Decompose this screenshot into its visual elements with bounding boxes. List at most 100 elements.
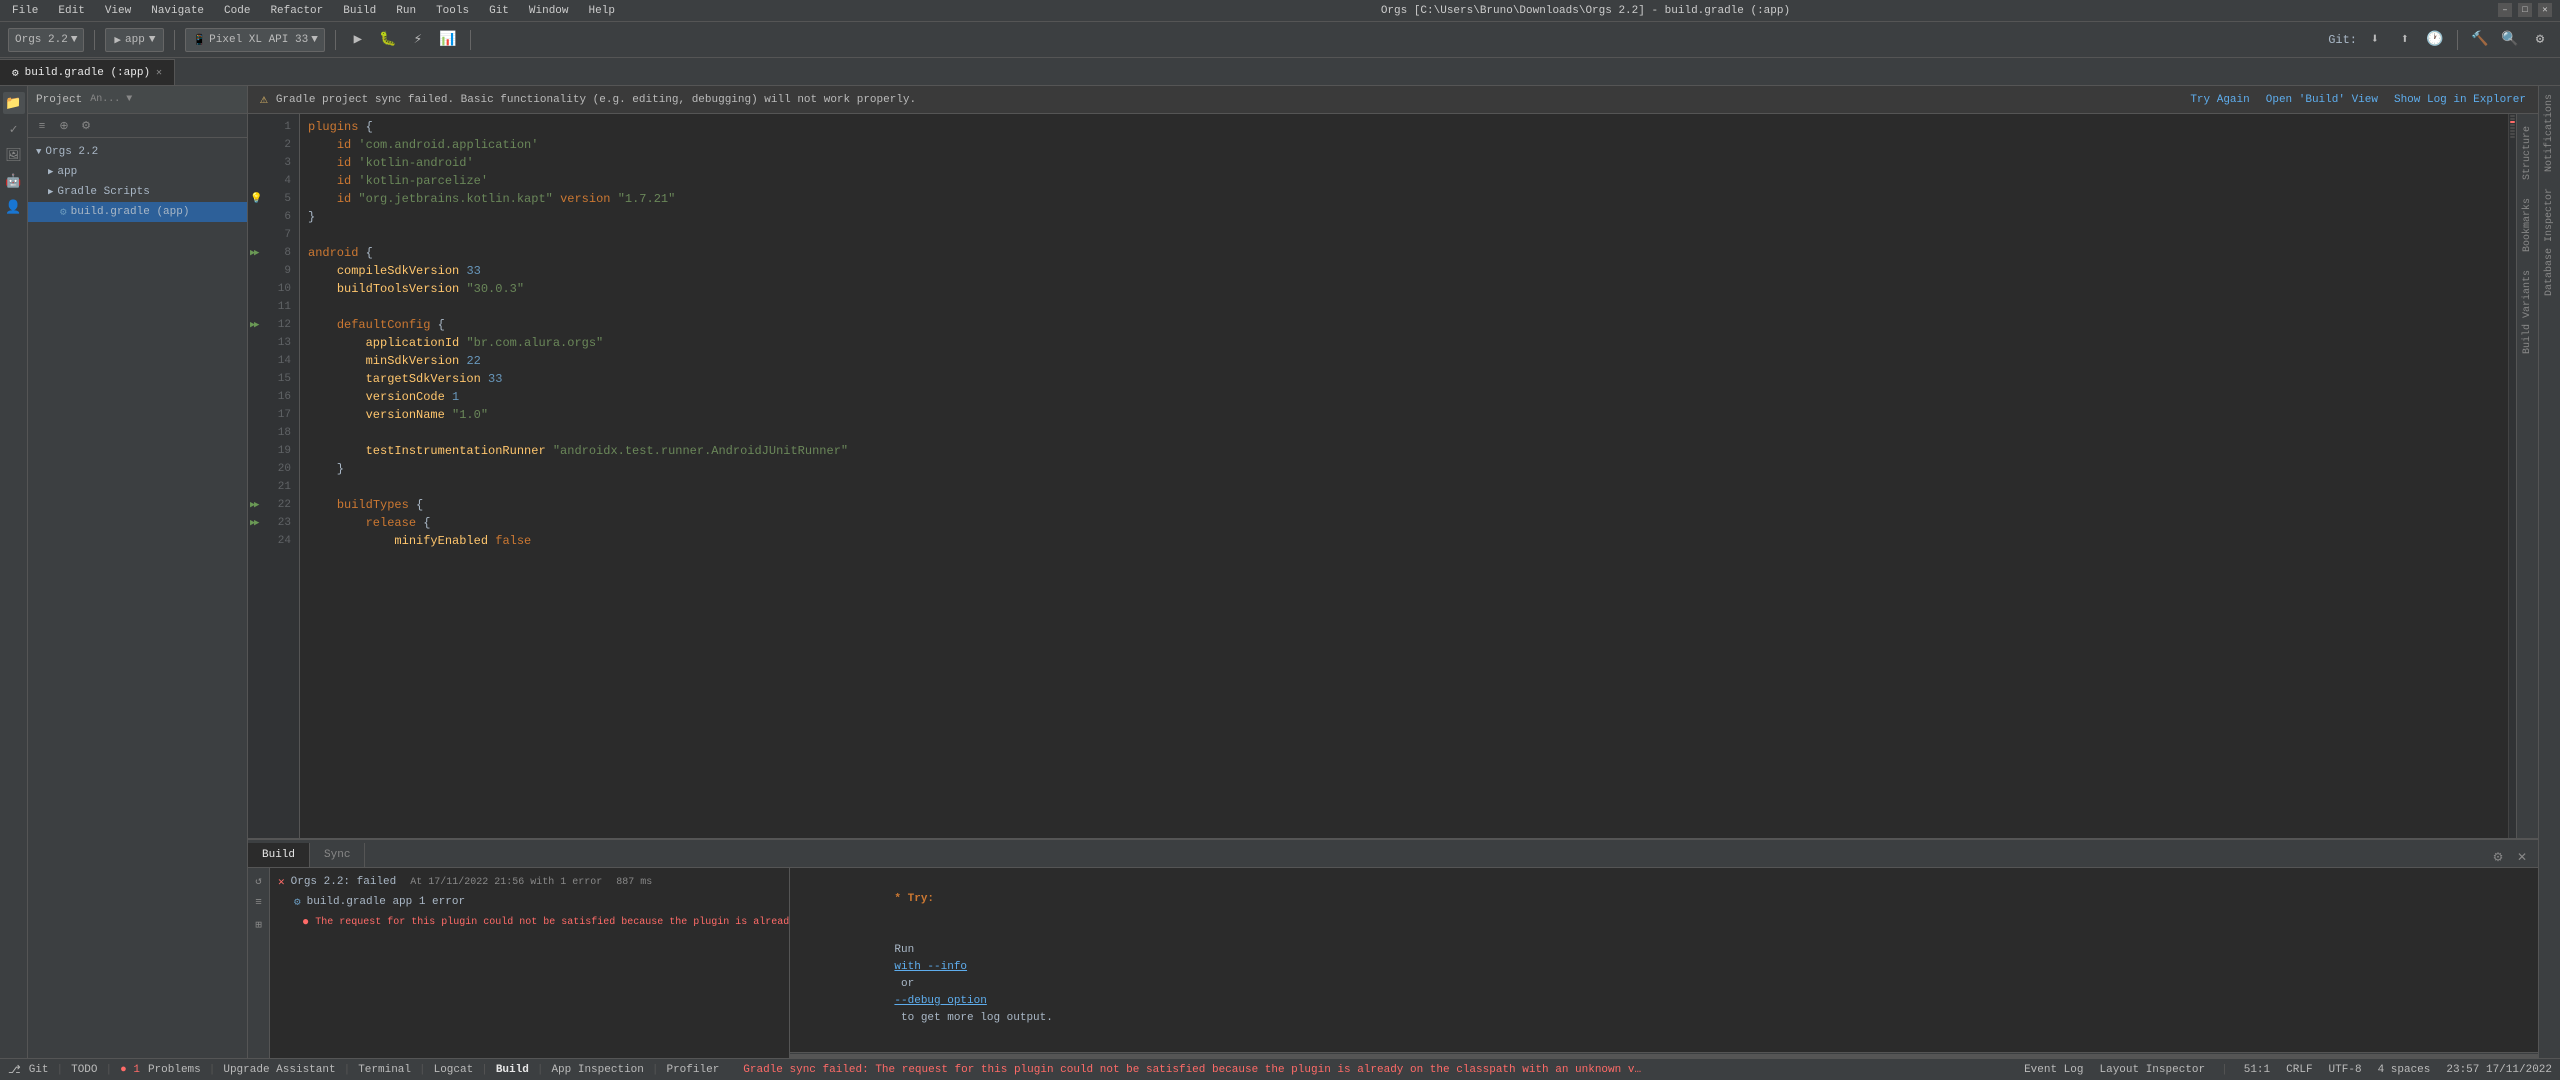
fold-icon-8[interactable]: ▶ xyxy=(250,248,255,258)
bottom-close-button[interactable]: ✕ xyxy=(2512,847,2532,867)
run-config-dropdown[interactable]: ▶ app ▼ xyxy=(105,28,164,52)
coverage-button[interactable]: ⚡ xyxy=(406,28,430,52)
build-result-list: ✕ Orgs 2.2: failed At 17/11/2022 21:56 w… xyxy=(270,868,789,1058)
tree-item-gradle-scripts[interactable]: Gradle Scripts xyxy=(28,182,247,202)
menu-window[interactable]: Window xyxy=(525,5,573,17)
bottom-tab-sync[interactable]: Sync xyxy=(310,843,365,867)
search-everywhere-button[interactable]: 🔍 xyxy=(2498,28,2522,52)
build-expand-button[interactable]: ⊞ xyxy=(250,916,268,934)
profiler-button[interactable]: Profiler xyxy=(666,1064,719,1076)
tab-build-gradle[interactable]: ⚙ build.gradle (:app) ✕ xyxy=(0,59,175,85)
build-sub-item[interactable]: ⚙ build.gradle app 1 error xyxy=(270,892,789,912)
problems-label[interactable]: Problems xyxy=(148,1064,201,1076)
debug-option-link[interactable]: --debug option xyxy=(894,995,986,1007)
gutter-line-15: 15 xyxy=(248,370,299,388)
menu-git[interactable]: Git xyxy=(485,5,513,17)
debug-button[interactable]: 🐛 xyxy=(376,28,400,52)
menu-refactor[interactable]: Refactor xyxy=(266,5,327,17)
error-count-button[interactable]: ● 1 xyxy=(120,1064,140,1076)
menu-build[interactable]: Build xyxy=(339,5,380,17)
open-build-view-link[interactable]: Open 'Build' View xyxy=(2266,94,2378,106)
menu-tools[interactable]: Tools xyxy=(432,5,473,17)
menu-code[interactable]: Code xyxy=(220,5,254,17)
build-refresh-button[interactable]: ↺ xyxy=(250,872,268,890)
vtab-build-variants[interactable]: Build Variants xyxy=(2519,262,2536,362)
tree-item-root[interactable]: Orgs 2.2 xyxy=(28,142,247,162)
maximize-button[interactable]: □ xyxy=(2518,3,2532,17)
build-filter-button[interactable]: ≡ xyxy=(250,894,268,912)
app-inspection-button[interactable]: App Inspection xyxy=(551,1064,643,1076)
menu-edit[interactable]: Edit xyxy=(54,5,88,17)
title-bar: File Edit View Navigate Code Refactor Bu… xyxy=(0,0,2560,22)
bottom-settings-button[interactable]: ⚙ xyxy=(2488,847,2508,867)
toolbar-separator-3 xyxy=(335,30,336,50)
close-button[interactable]: ✕ xyxy=(2538,3,2552,17)
layout-inspector-button[interactable]: Layout Inspector xyxy=(2100,1064,2206,1076)
window-controls[interactable]: – □ ✕ xyxy=(2498,3,2552,17)
show-log-link[interactable]: Show Log in Explorer xyxy=(2394,94,2526,106)
vtab-database-inspector[interactable]: Database Inspector xyxy=(2541,180,2558,304)
toolbar-separator-2 xyxy=(174,30,175,50)
event-log-button[interactable]: Event Log xyxy=(2024,1064,2083,1076)
run-button[interactable]: ▶ xyxy=(346,28,370,52)
git-push-button[interactable]: ⬆ xyxy=(2393,28,2417,52)
git-history-button[interactable]: 🕐 xyxy=(2423,28,2447,52)
code-line-14: minSdkVersion 22 xyxy=(308,352,2500,370)
menu-navigate[interactable]: Navigate xyxy=(147,5,208,17)
upgrade-assistant-button[interactable]: Upgrade Assistant xyxy=(223,1064,335,1076)
sidebar-icon-project[interactable]: 📁 xyxy=(3,92,25,114)
vtab-structure[interactable]: Structure xyxy=(2519,118,2536,188)
git-status-icon[interactable]: ⎇ xyxy=(8,1063,21,1077)
panel-mode-dropdown[interactable]: An... ▼ xyxy=(90,94,132,105)
vtab-bookmarks[interactable]: Bookmarks xyxy=(2519,190,2536,260)
try-again-link[interactable]: Try Again xyxy=(2190,94,2249,106)
indent-indicator[interactable]: 4 spaces xyxy=(2378,1064,2431,1076)
line-col-indicator[interactable]: 51:1 xyxy=(2244,1064,2270,1076)
sidebar-icon-android[interactable]: 🤖 xyxy=(3,170,25,192)
run-info-link[interactable]: with --info xyxy=(894,961,967,973)
sidebar-icon-user[interactable]: 👤 xyxy=(3,196,25,218)
build-result-root[interactable]: ✕ Orgs 2.2: failed At 17/11/2022 21:56 w… xyxy=(270,872,789,892)
bottom-scrollbar[interactable] xyxy=(790,1052,2538,1058)
code-editor[interactable]: plugins { id 'com.android.application' i… xyxy=(300,114,2508,838)
tab-close-button[interactable]: ✕ xyxy=(156,67,162,79)
git-update-button[interactable]: ⬇ xyxy=(2363,28,2387,52)
vtab-notifications[interactable]: Notifications xyxy=(2541,86,2558,180)
fold-icon-23[interactable]: ▶ xyxy=(250,518,255,528)
todo-button[interactable]: TODO xyxy=(71,1064,97,1076)
settings-icon[interactable]: ⚙ xyxy=(76,117,96,135)
crlf-indicator[interactable]: CRLF xyxy=(2286,1064,2312,1076)
menu-file[interactable]: File xyxy=(8,5,42,17)
git-branch-label[interactable]: Git xyxy=(29,1064,49,1076)
tree-item-app[interactable]: app xyxy=(28,162,247,182)
menu-view[interactable]: View xyxy=(101,5,135,17)
menu-bar[interactable]: File Edit View Navigate Code Refactor Bu… xyxy=(8,5,619,17)
device-dropdown[interactable]: 📱 Pixel XL API 33 ▼ xyxy=(185,28,324,52)
terminal-button[interactable]: Terminal xyxy=(358,1064,411,1076)
chevron-down-icon-3: ▼ xyxy=(311,34,318,46)
build-error-item[interactable]: ● The request for this plugin could not … xyxy=(270,912,789,932)
menu-run[interactable]: Run xyxy=(392,5,420,17)
bottom-tab-build[interactable]: Build xyxy=(248,843,310,867)
collapse-all-button[interactable]: ≡ xyxy=(32,117,52,135)
tree-item-build-gradle[interactable]: build.gradle (app) xyxy=(28,202,247,222)
gutter-line-12: ▶ 12 xyxy=(248,316,299,334)
project-dropdown[interactable]: Orgs 2.2 ▼ xyxy=(8,28,84,52)
build-tab-button[interactable]: Build xyxy=(496,1064,529,1076)
profile-button[interactable]: 📊 xyxy=(436,28,460,52)
sidebar-icon-resource[interactable]: 🖼 xyxy=(3,144,25,166)
build-left-toolbar: ↺ ≡ ⊞ xyxy=(248,868,270,1058)
device-label: Pixel XL API 33 xyxy=(209,34,308,46)
build-button[interactable]: 🔨 xyxy=(2468,28,2492,52)
bottom-panel: Build Sync ⚙ ✕ ↺ ≡ ⊞ xyxy=(248,838,2538,1058)
bulb-icon[interactable]: 💡 xyxy=(250,193,262,205)
locate-file-button[interactable]: ⊕ xyxy=(54,117,74,135)
fold-icon-22[interactable]: ▶ xyxy=(250,500,255,510)
encoding-indicator[interactable]: UTF-8 xyxy=(2329,1064,2362,1076)
fold-icon-12[interactable]: ▶ xyxy=(250,320,255,330)
logcat-button[interactable]: Logcat xyxy=(434,1064,474,1076)
minimize-button[interactable]: – xyxy=(2498,3,2512,17)
menu-help[interactable]: Help xyxy=(585,5,619,17)
sidebar-icon-commit[interactable]: ✓ xyxy=(3,118,25,140)
settings-button[interactable]: ⚙ xyxy=(2528,28,2552,52)
